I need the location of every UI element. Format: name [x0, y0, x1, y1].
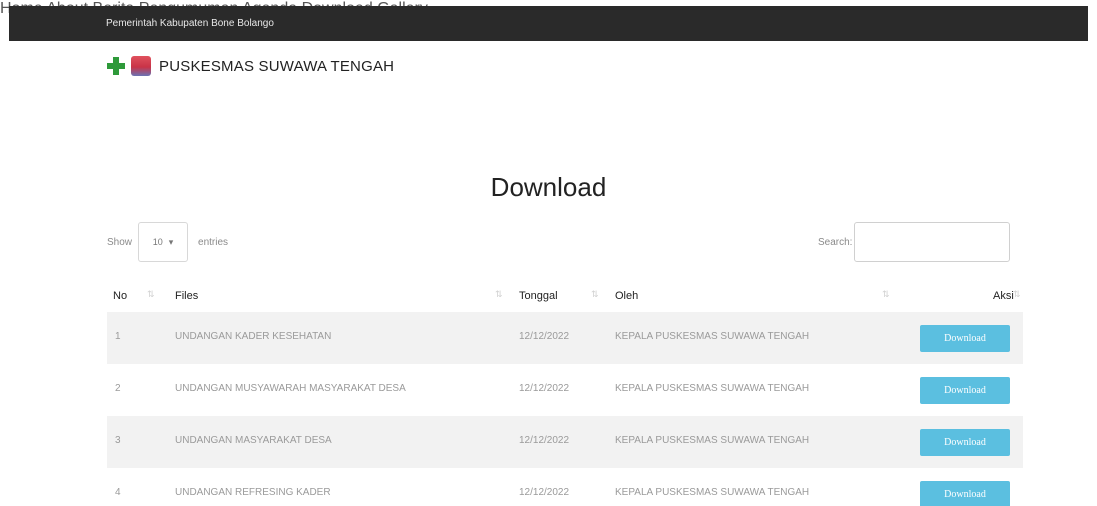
entries-select[interactable]: 10 ▾	[138, 222, 189, 262]
site-brand[interactable]: PUSKESMAS SUWAWA TENGAH	[107, 56, 394, 76]
cell-file: UNDANGAN REFRESING KADER	[175, 487, 331, 498]
cell-no: 2	[115, 383, 121, 394]
cell-date: 12/12/2022	[519, 435, 570, 446]
download-button[interactable]: Download	[920, 325, 1010, 352]
download-button[interactable]: Download	[920, 429, 1010, 456]
cell-file: UNDANGAN MASYARAKAT DESA	[175, 435, 332, 446]
cell-no: 4	[115, 487, 121, 498]
cell-date: 12/12/2022	[519, 487, 570, 498]
cell-by: KEPALA PUSKESMAS SUWAWA TENGAH	[615, 383, 810, 394]
page-title: Download	[490, 172, 607, 202]
header-date[interactable]: Tonggal	[519, 290, 558, 302]
entries-value: 10	[152, 237, 163, 247]
site-title: PUSKESMAS SUWAWA TENGAH	[159, 57, 395, 75]
sort-arrows-icon[interactable]: ⇅	[147, 289, 155, 300]
sort-arrows-icon[interactable]: ⇅	[495, 289, 503, 300]
table-row: 1 UNDANGAN KADER KESEHATAN 12/12/2022 KE…	[107, 312, 1023, 364]
download-button[interactable]: Download	[920, 377, 1010, 404]
table-row: 4 UNDANGAN REFRESING KADER 12/12/2022 KE…	[107, 468, 1023, 506]
header-no[interactable]: No	[113, 290, 127, 302]
download-button[interactable]: Download	[920, 481, 1010, 506]
sort-arrows-icon[interactable]: ⇅	[1013, 289, 1021, 300]
entries-label: entries	[198, 236, 229, 248]
header-by[interactable]: Oleh	[615, 290, 638, 302]
green-cross-icon	[107, 57, 125, 75]
cell-file: UNDANGAN MUSYAWARAH MASYARAKAT DESA	[175, 383, 406, 394]
select-arrows-icon: ▾	[168, 236, 174, 247]
cell-file: UNDANGAN KADER KESEHATAN	[175, 331, 332, 342]
cell-by: KEPALA PUSKESMAS SUWAWA TENGAH	[615, 435, 810, 446]
search-input[interactable]	[854, 222, 1011, 262]
sort-arrows-icon[interactable]: ⇅	[882, 289, 890, 300]
search-label: Search:	[818, 236, 853, 248]
top-bar: Pemerintah Kabupaten Bone Bolango	[9, 6, 1088, 41]
table-header: No ⇅ Files ⇅ Tonggal ⇅ Oleh ⇅ Aksi ⇅	[107, 278, 1023, 312]
government-label: Pemerintah Kabupaten Bone Bolango	[106, 18, 274, 29]
header-files[interactable]: Files	[175, 290, 198, 302]
cell-date: 12/12/2022	[519, 383, 570, 394]
cell-date: 12/12/2022	[519, 331, 570, 342]
show-label: Show	[107, 236, 133, 248]
cell-by: KEPALA PUSKESMAS SUWAWA TENGAH	[615, 331, 810, 342]
entries-control: Show 10 ▾ entries	[107, 222, 228, 262]
cell-by: KEPALA PUSKESMAS SUWAWA TENGAH	[615, 487, 810, 498]
table-row: 3 UNDANGAN MASYARAKAT DESA 12/12/2022 KE…	[107, 416, 1023, 468]
sort-arrows-icon[interactable]: ⇅	[591, 289, 599, 300]
cell-no: 1	[115, 331, 121, 342]
search-control: Search:	[818, 222, 1011, 262]
header-action[interactable]: Aksi	[993, 290, 1014, 302]
crest-icon	[131, 56, 151, 76]
table-row: 2 UNDANGAN MUSYAWARAH MASYARAKAT DESA 12…	[107, 364, 1023, 416]
cell-no: 3	[115, 435, 121, 446]
